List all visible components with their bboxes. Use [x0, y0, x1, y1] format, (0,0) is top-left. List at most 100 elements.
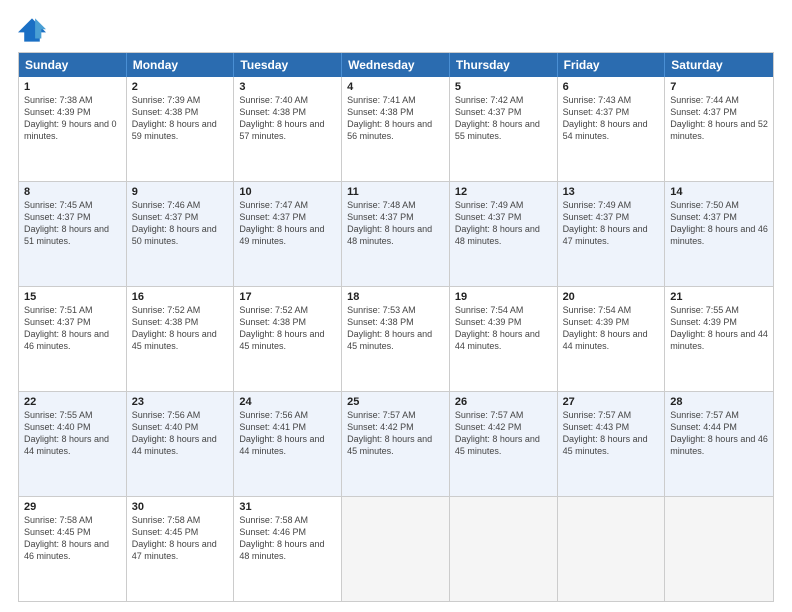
sunset-label: Sunset: 4:37 PM: [455, 212, 522, 222]
sunset-label: Sunset: 4:38 PM: [239, 317, 306, 327]
sunset-label: Sunset: 4:37 PM: [347, 212, 414, 222]
calendar-cell: 15 Sunrise: 7:51 AM Sunset: 4:37 PM Dayl…: [19, 287, 127, 391]
day-info: Sunrise: 7:53 AM Sunset: 4:38 PM Dayligh…: [347, 304, 444, 353]
logo-icon: [18, 18, 46, 42]
sunrise-label: Sunrise: 7:41 AM: [347, 95, 416, 105]
daylight-label: Daylight: 8 hours and 51 minutes.: [24, 224, 109, 246]
day-info: Sunrise: 7:56 AM Sunset: 4:41 PM Dayligh…: [239, 409, 336, 458]
sunset-label: Sunset: 4:37 PM: [24, 317, 91, 327]
day-number: 21: [670, 291, 768, 303]
calendar-cell: [665, 497, 773, 601]
day-info: Sunrise: 7:52 AM Sunset: 4:38 PM Dayligh…: [132, 304, 229, 353]
sunset-label: Sunset: 4:37 PM: [239, 212, 306, 222]
sunrise-label: Sunrise: 7:40 AM: [239, 95, 308, 105]
sunset-label: Sunset: 4:41 PM: [239, 422, 306, 432]
calendar-cell: 18 Sunrise: 7:53 AM Sunset: 4:38 PM Dayl…: [342, 287, 450, 391]
calendar-cell: 7 Sunrise: 7:44 AM Sunset: 4:37 PM Dayli…: [665, 77, 773, 181]
sunset-label: Sunset: 4:37 PM: [563, 212, 630, 222]
calendar-cell: 5 Sunrise: 7:42 AM Sunset: 4:37 PM Dayli…: [450, 77, 558, 181]
calendar-header: SundayMondayTuesdayWednesdayThursdayFrid…: [19, 53, 773, 77]
day-info: Sunrise: 7:43 AM Sunset: 4:37 PM Dayligh…: [563, 94, 660, 143]
day-number: 18: [347, 291, 444, 303]
sunrise-label: Sunrise: 7:48 AM: [347, 200, 416, 210]
day-info: Sunrise: 7:50 AM Sunset: 4:37 PM Dayligh…: [670, 199, 768, 248]
day-number: 24: [239, 396, 336, 408]
calendar-cell: [342, 497, 450, 601]
logo: [18, 18, 50, 42]
page: SundayMondayTuesdayWednesdayThursdayFrid…: [0, 0, 792, 612]
day-number: 20: [563, 291, 660, 303]
day-info: Sunrise: 7:49 AM Sunset: 4:37 PM Dayligh…: [563, 199, 660, 248]
day-number: 10: [239, 186, 336, 198]
weekday-header: Monday: [127, 53, 235, 77]
sunset-label: Sunset: 4:44 PM: [670, 422, 737, 432]
day-info: Sunrise: 7:42 AM Sunset: 4:37 PM Dayligh…: [455, 94, 552, 143]
sunset-label: Sunset: 4:37 PM: [455, 107, 522, 117]
sunrise-label: Sunrise: 7:57 AM: [455, 410, 524, 420]
calendar-cell: 24 Sunrise: 7:56 AM Sunset: 4:41 PM Dayl…: [234, 392, 342, 496]
calendar-cell: 17 Sunrise: 7:52 AM Sunset: 4:38 PM Dayl…: [234, 287, 342, 391]
sunset-label: Sunset: 4:38 PM: [347, 107, 414, 117]
daylight-label: Daylight: 8 hours and 46 minutes.: [24, 539, 109, 561]
day-number: 12: [455, 186, 552, 198]
sunset-label: Sunset: 4:38 PM: [132, 107, 199, 117]
day-info: Sunrise: 7:57 AM Sunset: 4:42 PM Dayligh…: [347, 409, 444, 458]
calendar-cell: 21 Sunrise: 7:55 AM Sunset: 4:39 PM Dayl…: [665, 287, 773, 391]
day-number: 25: [347, 396, 444, 408]
calendar-cell: 8 Sunrise: 7:45 AM Sunset: 4:37 PM Dayli…: [19, 182, 127, 286]
day-number: 5: [455, 81, 552, 93]
day-number: 6: [563, 81, 660, 93]
daylight-label: Daylight: 8 hours and 57 minutes.: [239, 119, 324, 141]
weekday-header: Wednesday: [342, 53, 450, 77]
sunrise-label: Sunrise: 7:45 AM: [24, 200, 93, 210]
calendar-cell: 2 Sunrise: 7:39 AM Sunset: 4:38 PM Dayli…: [127, 77, 235, 181]
daylight-label: Daylight: 8 hours and 46 minutes.: [670, 224, 768, 246]
day-info: Sunrise: 7:57 AM Sunset: 4:44 PM Dayligh…: [670, 409, 768, 458]
day-info: Sunrise: 7:58 AM Sunset: 4:45 PM Dayligh…: [132, 514, 229, 563]
calendar-row: 22 Sunrise: 7:55 AM Sunset: 4:40 PM Dayl…: [19, 391, 773, 496]
sunset-label: Sunset: 4:37 PM: [670, 107, 737, 117]
sunrise-label: Sunrise: 7:51 AM: [24, 305, 93, 315]
daylight-label: Daylight: 8 hours and 46 minutes.: [670, 434, 768, 456]
calendar-cell: 22 Sunrise: 7:55 AM Sunset: 4:40 PM Dayl…: [19, 392, 127, 496]
daylight-label: Daylight: 8 hours and 55 minutes.: [455, 119, 540, 141]
sunrise-label: Sunrise: 7:54 AM: [563, 305, 632, 315]
sunrise-label: Sunrise: 7:38 AM: [24, 95, 93, 105]
day-number: 1: [24, 81, 121, 93]
sunset-label: Sunset: 4:38 PM: [347, 317, 414, 327]
day-number: 23: [132, 396, 229, 408]
sunrise-label: Sunrise: 7:47 AM: [239, 200, 308, 210]
calendar-body: 1 Sunrise: 7:38 AM Sunset: 4:39 PM Dayli…: [19, 77, 773, 601]
calendar-cell: 11 Sunrise: 7:48 AM Sunset: 4:37 PM Dayl…: [342, 182, 450, 286]
day-number: 11: [347, 186, 444, 198]
day-info: Sunrise: 7:58 AM Sunset: 4:45 PM Dayligh…: [24, 514, 121, 563]
daylight-label: Daylight: 8 hours and 44 minutes.: [670, 329, 768, 351]
calendar-cell: 6 Sunrise: 7:43 AM Sunset: 4:37 PM Dayli…: [558, 77, 666, 181]
daylight-label: Daylight: 8 hours and 47 minutes.: [563, 224, 648, 246]
daylight-label: Daylight: 8 hours and 48 minutes.: [347, 224, 432, 246]
daylight-label: Daylight: 8 hours and 44 minutes.: [24, 434, 109, 456]
daylight-label: Daylight: 8 hours and 44 minutes.: [239, 434, 324, 456]
sunset-label: Sunset: 4:42 PM: [347, 422, 414, 432]
calendar-cell: 4 Sunrise: 7:41 AM Sunset: 4:38 PM Dayli…: [342, 77, 450, 181]
day-number: 27: [563, 396, 660, 408]
daylight-label: Daylight: 8 hours and 45 minutes.: [347, 434, 432, 456]
calendar-row: 1 Sunrise: 7:38 AM Sunset: 4:39 PM Dayli…: [19, 77, 773, 181]
day-number: 7: [670, 81, 768, 93]
calendar: SundayMondayTuesdayWednesdayThursdayFrid…: [18, 52, 774, 602]
day-number: 3: [239, 81, 336, 93]
day-number: 15: [24, 291, 121, 303]
daylight-label: Daylight: 8 hours and 47 minutes.: [132, 539, 217, 561]
daylight-label: Daylight: 8 hours and 45 minutes.: [455, 434, 540, 456]
sunset-label: Sunset: 4:37 PM: [563, 107, 630, 117]
calendar-cell: 1 Sunrise: 7:38 AM Sunset: 4:39 PM Dayli…: [19, 77, 127, 181]
sunset-label: Sunset: 4:40 PM: [24, 422, 91, 432]
sunrise-label: Sunrise: 7:58 AM: [239, 515, 308, 525]
day-number: 31: [239, 501, 336, 513]
daylight-label: Daylight: 8 hours and 44 minutes.: [455, 329, 540, 351]
day-number: 4: [347, 81, 444, 93]
sunrise-label: Sunrise: 7:39 AM: [132, 95, 201, 105]
day-info: Sunrise: 7:52 AM Sunset: 4:38 PM Dayligh…: [239, 304, 336, 353]
sunset-label: Sunset: 4:37 PM: [132, 212, 199, 222]
day-number: 19: [455, 291, 552, 303]
